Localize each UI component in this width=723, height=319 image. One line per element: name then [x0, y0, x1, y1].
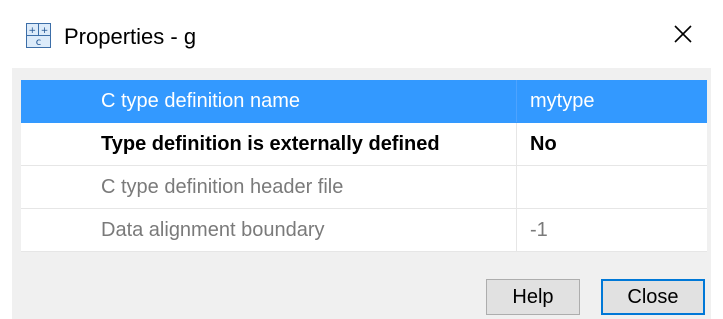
dialog-body: C type definition name mytype Type defin…	[12, 68, 711, 319]
close-window-button[interactable]	[665, 18, 701, 54]
property-name: C type definition header file	[101, 176, 344, 198]
property-row-externally-defined[interactable]: Type definition is externally defined No	[21, 123, 707, 166]
close-icon	[673, 24, 693, 49]
property-value: -1	[530, 219, 548, 241]
title-bar: + + c Properties - g	[0, 0, 723, 68]
property-value[interactable]: mytype	[516, 80, 707, 122]
svg-text:c: c	[36, 37, 42, 48]
property-value	[516, 166, 707, 208]
properties-dialog: + + c Properties - g C type definition n…	[0, 0, 723, 319]
property-row-type-name[interactable]: C type definition name mytype	[21, 80, 707, 123]
property-row-alignment-boundary: Data alignment boundary -1	[21, 209, 707, 252]
property-row-header-file: C type definition header file	[21, 166, 707, 209]
close-button[interactable]: Close	[601, 279, 705, 315]
svg-text:+: +	[29, 26, 37, 36]
svg-text:+: +	[41, 26, 49, 36]
properties-table: C type definition name mytype Type defin…	[21, 80, 707, 252]
property-name: Data alignment boundary	[101, 219, 325, 241]
type-definition-icon: + + c	[26, 23, 51, 48]
property-value[interactable]: No	[516, 123, 707, 165]
help-button[interactable]: Help	[486, 279, 580, 315]
window-title: Properties - g	[64, 24, 197, 49]
property-name: Type definition is externally defined	[101, 133, 440, 155]
property-name: C type definition name	[101, 90, 301, 112]
